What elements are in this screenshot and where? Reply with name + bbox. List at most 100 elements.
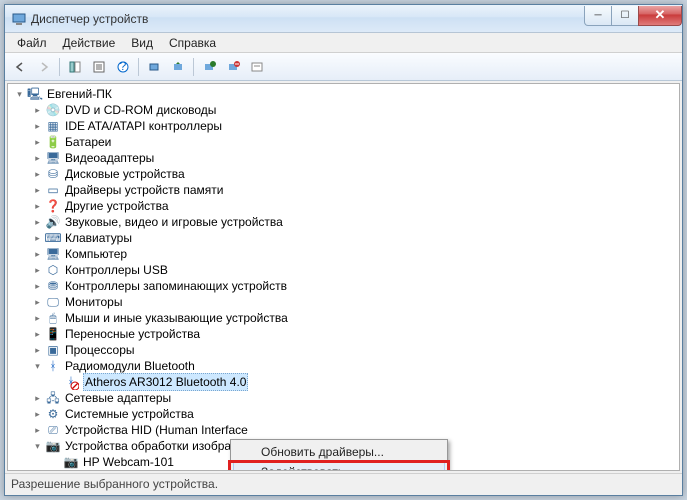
tree-category[interactable]: ▸⛃Контроллеры запоминающих устройств xyxy=(10,278,679,294)
minimize-button[interactable]: ─ xyxy=(584,6,612,26)
back-button[interactable] xyxy=(9,56,31,78)
expand-icon[interactable]: ▸ xyxy=(32,249,43,260)
scan-hardware-button[interactable] xyxy=(143,56,165,78)
context-menu: Обновить драйверы...ЗадействоватьУдалить… xyxy=(230,439,448,471)
expand-icon[interactable]: ▸ xyxy=(32,217,43,228)
toolbar: ? xyxy=(5,53,682,81)
expand-icon[interactable]: ▸ xyxy=(32,105,43,116)
computer-icon: 🖥 xyxy=(45,246,61,262)
tree-category[interactable]: ▸🔋Батареи xyxy=(10,134,679,150)
bluetooth-icon: ᚼ xyxy=(63,374,79,390)
tree-area: ▾🖳Евгений-ПК▸💿DVD и CD-ROM дисководы▸▦ID… xyxy=(7,83,680,471)
menu-action[interactable]: Действие xyxy=(55,34,124,52)
net-icon: 🖧 xyxy=(45,390,61,406)
svg-text:?: ? xyxy=(120,60,127,73)
properties-button[interactable] xyxy=(88,56,110,78)
tree-label: Другие устройства xyxy=(65,198,169,214)
tree-category[interactable]: ▸🖧Сетевые адаптеры xyxy=(10,390,679,406)
tree-label: Батареи xyxy=(65,134,111,150)
tree-label: Устройства HID (Human Interface xyxy=(65,422,248,438)
status-text: Разрешение выбранного устройства. xyxy=(11,477,218,491)
tree-root[interactable]: ▾🖳Евгений-ПК xyxy=(10,86,679,102)
mem-icon: ▭ xyxy=(45,182,61,198)
tree-category[interactable]: ▸⌨Клавиатуры xyxy=(10,230,679,246)
tree-category[interactable]: ▸▦IDE ATA/ATAPI контроллеры xyxy=(10,118,679,134)
collapse-icon[interactable]: ▾ xyxy=(14,89,25,100)
expand-icon[interactable]: ▸ xyxy=(32,201,43,212)
expand-icon[interactable]: ▸ xyxy=(32,409,43,420)
expand-icon[interactable]: ▸ xyxy=(32,345,43,356)
tree-category[interactable]: ▸⚙Системные устройства xyxy=(10,406,679,422)
uninstall-button[interactable] xyxy=(222,56,244,78)
titlebar[interactable]: Диспетчер устройств ─ ☐ ✕ xyxy=(5,5,682,33)
expand-icon[interactable]: ▸ xyxy=(32,425,43,436)
tree-category[interactable]: ▸💿DVD и CD-ROM дисководы xyxy=(10,102,679,118)
toolbar-separator xyxy=(193,58,194,76)
menu-help[interactable]: Справка xyxy=(161,34,224,52)
tree-label: Звуковые, видео и игровые устройства xyxy=(65,214,283,230)
monitor-icon: 🖵 xyxy=(45,294,61,310)
keyboard-icon: ⌨ xyxy=(45,230,61,246)
view-button[interactable] xyxy=(246,56,268,78)
sound-icon: 🔊 xyxy=(45,214,61,230)
context-menu-item[interactable]: Задействовать xyxy=(233,462,445,471)
close-button[interactable]: ✕ xyxy=(638,6,682,26)
tree-category[interactable]: ▸⛁Дисковые устройства xyxy=(10,166,679,182)
pc-icon: 🖳 xyxy=(27,86,43,102)
tree-category[interactable]: ▸🖱Мыши и иные указывающие устройства xyxy=(10,310,679,326)
tree-label: IDE ATA/ATAPI контроллеры xyxy=(65,118,222,134)
tree-label: Евгений-ПК xyxy=(47,86,112,102)
menu-file[interactable]: Файл xyxy=(9,34,55,52)
enable-button[interactable] xyxy=(198,56,220,78)
tree-device[interactable]: ᚼAtheros AR3012 Bluetooth 4.0 xyxy=(10,374,679,390)
context-menu-item[interactable]: Обновить драйверы... xyxy=(233,442,445,462)
unknown-icon: ❓ xyxy=(45,198,61,214)
tree-label: Мониторы xyxy=(65,294,122,310)
show-hide-tree-button[interactable] xyxy=(64,56,86,78)
tree-category[interactable]: ▸▣Процессоры xyxy=(10,342,679,358)
expand-icon[interactable]: ▸ xyxy=(32,153,43,164)
bluetooth-icon: ᚼ xyxy=(45,358,61,374)
expand-icon[interactable]: ▸ xyxy=(32,329,43,340)
expand-icon[interactable]: ▸ xyxy=(32,121,43,132)
menu-view[interactable]: Вид xyxy=(123,34,161,52)
expand-icon[interactable]: ▸ xyxy=(32,185,43,196)
tree-category[interactable]: ▸🔊Звуковые, видео и игровые устройства xyxy=(10,214,679,230)
display-icon: 🖥 xyxy=(45,150,61,166)
tree-label: Радиомодули Bluetooth xyxy=(65,358,195,374)
device-tree[interactable]: ▾🖳Евгений-ПК▸💿DVD и CD-ROM дисководы▸▦ID… xyxy=(8,84,679,471)
tree-label: Компьютер xyxy=(65,246,127,262)
toolbar-separator xyxy=(138,58,139,76)
tree-category[interactable]: ▸🖵Мониторы xyxy=(10,294,679,310)
expand-icon[interactable]: ▸ xyxy=(32,169,43,180)
expand-icon[interactable]: ▸ xyxy=(32,313,43,324)
toolbar-separator xyxy=(59,58,60,76)
tree-category[interactable]: ▸🖥Компьютер xyxy=(10,246,679,262)
tree-label: Сетевые адаптеры xyxy=(65,390,171,406)
camera-icon: 📷 xyxy=(63,454,79,470)
tree-category[interactable]: ▸⎚Устройства HID (Human Interface xyxy=(10,422,679,438)
tree-category[interactable]: ▸⬡Контроллеры USB xyxy=(10,262,679,278)
tree-category[interactable]: ▸🖥Видеоадаптеры xyxy=(10,150,679,166)
tree-label: Клавиатуры xyxy=(65,230,132,246)
collapse-icon[interactable]: ▾ xyxy=(32,441,43,452)
app-icon xyxy=(11,11,27,27)
expand-icon[interactable]: ▸ xyxy=(32,281,43,292)
tree-label: Мыши и иные указывающие устройства xyxy=(65,310,288,326)
forward-button[interactable] xyxy=(33,56,55,78)
tree-category[interactable]: ▸▭Драйверы устройств памяти xyxy=(10,182,679,198)
help-button[interactable]: ? xyxy=(112,56,134,78)
tree-category[interactable]: ▸📱Переносные устройства xyxy=(10,326,679,342)
expand-icon[interactable]: ▸ xyxy=(32,137,43,148)
maximize-button[interactable]: ☐ xyxy=(611,6,639,26)
expand-icon[interactable]: ▸ xyxy=(32,233,43,244)
expand-icon[interactable]: ▸ xyxy=(32,393,43,404)
collapse-icon[interactable]: ▾ xyxy=(32,361,43,372)
expand-icon[interactable]: ▸ xyxy=(32,297,43,308)
expand-icon[interactable]: ▸ xyxy=(32,265,43,276)
cpu-icon: ▣ xyxy=(45,342,61,358)
tree-label: Переносные устройства xyxy=(65,326,200,342)
tree-category[interactable]: ▸❓Другие устройства xyxy=(10,198,679,214)
tree-category[interactable]: ▾ᚼРадиомодули Bluetooth xyxy=(10,358,679,374)
update-driver-button[interactable] xyxy=(167,56,189,78)
